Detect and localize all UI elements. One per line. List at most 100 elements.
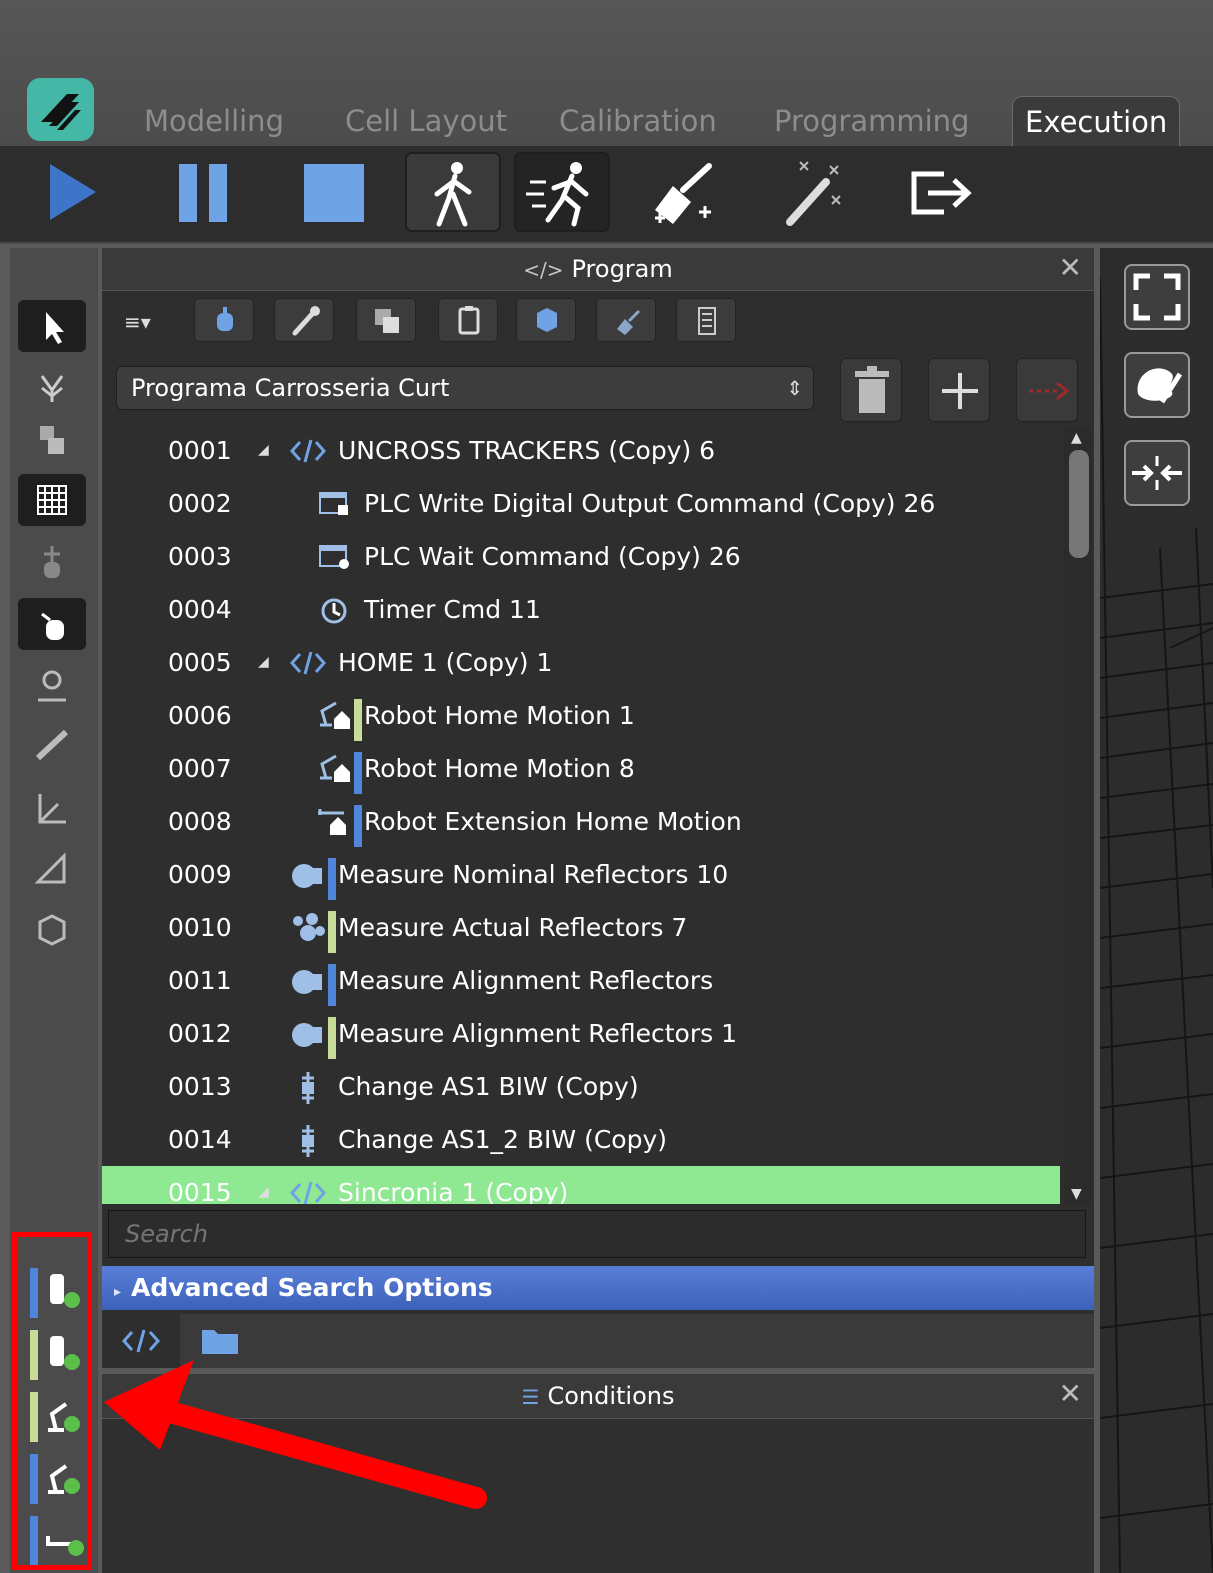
clean-icon	[617, 309, 641, 335]
tree-scrollbar[interactable]: ▲ ▼	[1064, 428, 1092, 1204]
program-row[interactable]: 0012 Measure Alignment Reflectors 1	[102, 1007, 1060, 1060]
clean-button[interactable]	[633, 152, 729, 232]
application-window: Modelling Cell Layout Calibration Progra…	[0, 0, 1213, 1573]
axis-tool[interactable]	[18, 782, 86, 834]
tab-execution[interactable]: Execution	[1012, 96, 1181, 147]
pause-button[interactable]	[155, 152, 251, 232]
cube-icon	[537, 308, 557, 332]
walk-icon	[434, 162, 472, 227]
clean-program-button[interactable]	[596, 298, 656, 342]
tab-cell-layout[interactable]: Cell Layout	[345, 96, 507, 146]
close-conditions-panel-button[interactable]: ✕	[1059, 1374, 1082, 1414]
list-icon: ☰	[521, 1385, 540, 1409]
program-row[interactable]: 0005 ◢ HOME 1 (Copy) 1	[102, 636, 1060, 689]
program-row[interactable]: 0004 Timer Cmd 11	[102, 583, 1060, 636]
scroll-up-arrow[interactable]: ▲	[1071, 430, 1082, 446]
list-menu-button[interactable]: ≡▾	[124, 310, 151, 334]
row-number: 0005	[168, 648, 232, 677]
tab-calibration[interactable]: Calibration	[559, 96, 717, 146]
row-number: 0009	[168, 860, 232, 889]
frame-tool[interactable]	[18, 360, 86, 412]
program-tree: 0001 ◢ UNCROSS TRACKERS (Copy) 6 0002 PLC Wr…	[102, 424, 1060, 1204]
add-program-button[interactable]	[928, 358, 990, 422]
row-number: 0006	[168, 701, 232, 730]
advanced-search-label: Advanced Search Options	[131, 1273, 493, 1302]
measure-tool[interactable]	[18, 718, 86, 770]
grid-tool[interactable]	[18, 474, 86, 526]
program-panel: </> Program ✕ ≡▾ Programa Carrosseria Cur…	[102, 248, 1094, 1368]
program-row[interactable]: 0013 Change AS1 BIW (Copy)	[102, 1060, 1060, 1113]
advanced-search-options[interactable]: ▸ Advanced Search Options	[102, 1266, 1094, 1310]
program-row[interactable]: 0001 ◢ UNCROSS TRACKERS (Copy) 6	[102, 424, 1060, 477]
program-row[interactable]: 0007 Robot Home Motion 8	[102, 742, 1060, 795]
exit-icon	[911, 171, 972, 215]
frame-icon	[40, 375, 64, 402]
top-bar: Modelling Cell Layout Calibration Progra…	[0, 0, 1213, 147]
fullscreen-icon	[1133, 273, 1181, 321]
program-row[interactable]: 0003 PLC Wait Command (Copy) 26	[102, 530, 1060, 583]
tab-program-code[interactable]	[102, 1314, 180, 1368]
row-number: 0001	[168, 436, 232, 465]
close-program-panel-button[interactable]: ✕	[1059, 248, 1082, 288]
program-row[interactable]: 0002 PLC Write Digital Output Command (Co…	[102, 477, 1060, 530]
scroll-thumb[interactable]	[1069, 450, 1089, 558]
row-number: 0002	[168, 489, 232, 518]
hand-move-icon	[44, 546, 60, 578]
row-number: 0015	[168, 1178, 232, 1204]
search-input[interactable]	[108, 1210, 1086, 1258]
play-button[interactable]	[24, 152, 120, 232]
tab-modelling[interactable]: Modelling	[144, 96, 284, 146]
expand-toggle-icon[interactable]: ◢	[258, 424, 269, 477]
collision-icon	[1132, 456, 1182, 490]
row-number: 0011	[168, 966, 232, 995]
program-row[interactable]: 0015 ◢ Sincronia 1 (Copy)	[102, 1166, 1060, 1204]
run-from-button[interactable]	[1016, 358, 1078, 422]
program-row[interactable]: 0006 Robot Home Motion 1	[102, 689, 1060, 742]
tab-programming[interactable]: Programming	[774, 96, 969, 146]
step-mode-button[interactable]	[405, 152, 501, 232]
program-row[interactable]: 0009 Measure Nominal Reflectors 10	[102, 848, 1060, 901]
object-button[interactable]	[516, 298, 576, 342]
program-row[interactable]: 0011 Measure Alignment Reflectors	[102, 954, 1060, 1007]
program-row[interactable]: 0014 Change AS1_2 BIW (Copy)	[102, 1113, 1060, 1166]
delete-program-button[interactable]	[840, 358, 902, 422]
magic-wand-button[interactable]	[764, 152, 860, 232]
tab-program-folder[interactable]	[182, 1314, 260, 1368]
cursor-icon	[46, 312, 64, 344]
objects-tool[interactable]	[18, 414, 86, 466]
location-tool[interactable]	[18, 660, 86, 712]
row-number: 0012	[168, 1019, 232, 1048]
fullscreen-button[interactable]	[1124, 264, 1190, 330]
expand-toggle-icon[interactable]: ◢	[258, 636, 269, 689]
location-icon	[38, 670, 66, 702]
collision-button[interactable]	[1124, 440, 1190, 506]
plane-tool[interactable]	[18, 842, 86, 894]
paste-button[interactable]	[438, 298, 498, 342]
copy-button[interactable]	[356, 298, 416, 342]
exit-button[interactable]	[894, 152, 990, 232]
solid-tool[interactable]	[18, 904, 86, 956]
touch-tool[interactable]	[18, 598, 86, 650]
code-icon	[121, 1329, 161, 1353]
program-row[interactable]: 0008 Robot Extension Home Motion	[102, 795, 1060, 848]
expand-toggle-icon[interactable]: ◢	[258, 1166, 269, 1204]
jog-tool[interactable]	[18, 536, 86, 588]
settings-button[interactable]	[274, 298, 334, 342]
scroll-down-arrow[interactable]: ▼	[1071, 1186, 1082, 1202]
program-row[interactable]: 0010 Measure Actual Reflectors 7	[102, 901, 1060, 954]
paint-button[interactable]	[1124, 352, 1190, 418]
app-logo	[27, 78, 94, 141]
copy-icon	[375, 309, 399, 333]
stop-button[interactable]	[286, 152, 382, 232]
3d-viewport[interactable]	[1100, 248, 1213, 1573]
select-tool[interactable]	[18, 300, 86, 352]
touchup-button[interactable]	[194, 298, 254, 342]
row-number: 0003	[168, 542, 232, 571]
row-label: Robot Extension Home Motion	[364, 807, 742, 836]
run-mode-button[interactable]	[514, 152, 610, 232]
play-icon	[50, 164, 96, 220]
report-button[interactable]	[676, 298, 736, 342]
panel-title: Program	[571, 255, 673, 283]
program-select[interactable]: Programa Carrosseria Curt ⇕	[116, 366, 814, 410]
touch-icon	[41, 612, 64, 640]
